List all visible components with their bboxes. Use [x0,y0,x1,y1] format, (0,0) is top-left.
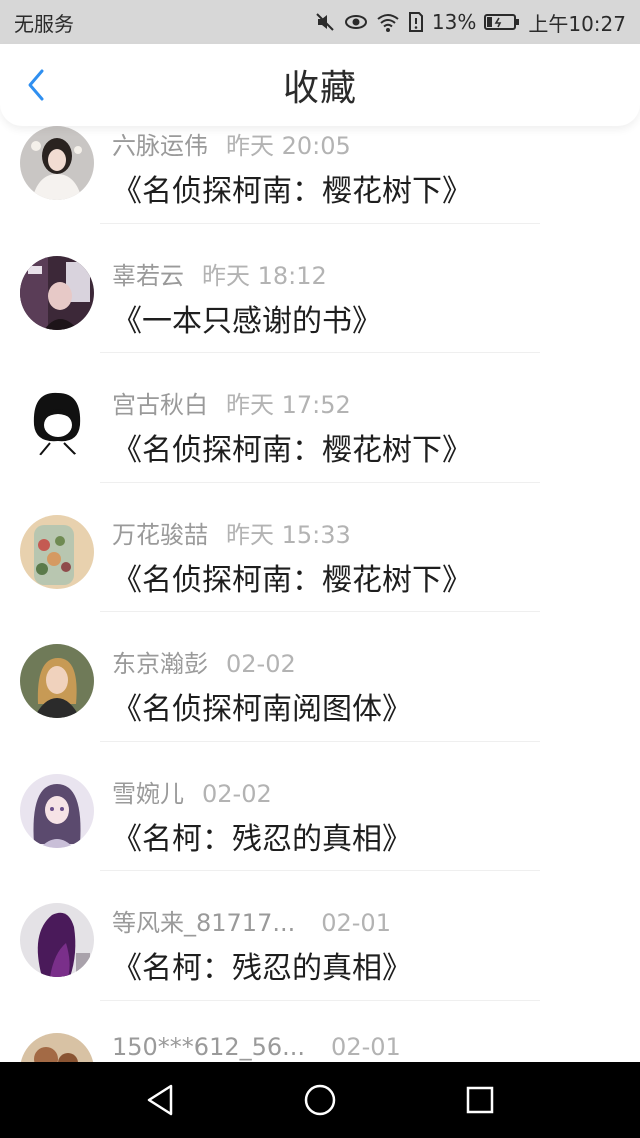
back-button[interactable] [18,65,54,105]
eye-icon [344,15,367,29]
user-name[interactable]: 东京瀚彭 [112,644,208,679]
user-name[interactable]: 宫古秋白 [112,385,208,420]
avatar[interactable] [20,514,94,589]
avatar[interactable] [20,385,94,459]
avatar[interactable] [20,903,94,977]
user-name[interactable]: 雪婉儿 [112,774,184,809]
item-meta: 六脉运伟 昨天 20:05 [112,126,351,161]
book-title[interactable]: 《名柯：残忍的真相》 [112,943,412,987]
status-bar: 无服务 13% 上午10:27 [0,0,640,44]
user-name[interactable]: 等风来_81717... [112,903,295,938]
list-item[interactable]: 宫古秋白 昨天 17:52 《名侦探柯南：樱花树下》 [0,353,640,483]
avatar[interactable] [20,255,94,330]
item-meta: 东京瀚彭 02-02 [112,644,296,679]
timestamp: 02-01 [321,909,391,937]
status-icons: 13% 上午10:27 [314,8,626,37]
timestamp: 昨天 17:52 [226,391,351,419]
nav-home-button[interactable] [290,1070,350,1130]
item-meta: 等风来_81717... 02-01 [112,903,391,938]
item-meta: 辜若云 昨天 18:12 [112,256,327,291]
item-meta: 万花骏喆 昨天 15:33 [112,515,351,550]
book-title[interactable]: 《名侦探柯南：樱花树下》 [112,166,472,210]
avatar[interactable] [20,126,94,200]
book-title[interactable]: 《名侦探柯南：樱花树下》 [112,425,472,469]
timestamp: 02-01 [331,1032,401,1061]
avatar[interactable] [20,1032,94,1062]
item-meta: 雪婉儿 02-02 [112,774,272,809]
book-title[interactable]: 《一本只感谢的书》 [112,296,382,340]
user-name[interactable]: 辜若云 [112,256,184,291]
circle-home-icon [304,1084,336,1116]
clock: 上午10:27 [528,11,626,36]
avatar[interactable] [20,644,94,718]
book-title[interactable]: 《名侦探柯南：樱花树下》 [112,555,472,599]
timestamp: 昨天 18:12 [202,261,327,290]
list-item[interactable]: 雪婉儿 02-02 《名柯：残忍的真相》 [0,742,640,871]
nav-back-button[interactable] [130,1070,190,1130]
book-title[interactable]: 《名柯：残忍的真相》 [112,814,412,858]
timestamp: 昨天 20:05 [226,132,351,160]
battery-icon [484,14,520,30]
list-item[interactable]: 150***612_56... 02-01 [0,1001,640,1062]
wifi-icon [377,14,399,32]
sim-alert-icon [408,12,423,32]
favorites-list[interactable]: 六脉运伟 昨天 20:05 《名侦探柯南：樱花树下》 辜若云 昨天 18:12 《一… [0,126,640,1062]
book-title[interactable]: 《名侦探柯南阅图体》 [112,684,412,728]
list-item[interactable]: 辜若云 昨天 18:12 《一本只感谢的书》 [0,224,640,353]
list-item[interactable]: 东京瀚彭 02-02 《名侦探柯南阅图体》 [0,612,640,742]
header: 收藏 [0,44,640,126]
timestamp: 02-02 [226,650,296,678]
timestamp: 02-02 [202,779,272,808]
list-item[interactable]: 等风来_81717... 02-01 《名柯：残忍的真相》 [0,871,640,1001]
timestamp: 昨天 15:33 [226,520,351,549]
avatar[interactable] [20,773,94,848]
user-name[interactable]: 150***612_56... [112,1033,305,1061]
battery-percent: 13% [431,10,477,34]
triangle-back-icon [147,1084,173,1116]
list-item[interactable]: 万花骏喆 昨天 15:33 《名侦探柯南：樱花树下》 [0,483,640,612]
carrier-label: 无服务 [14,11,74,36]
user-name[interactable]: 万花骏喆 [112,515,208,550]
mute-icon [316,13,334,31]
page-title: 收藏 [282,68,357,109]
chevron-left-icon [28,69,44,101]
item-meta: 宫古秋白 昨天 17:52 [112,385,351,420]
square-recents-icon [466,1086,494,1114]
user-name[interactable]: 六脉运伟 [112,126,208,161]
item-meta: 150***612_56... 02-01 [112,1033,401,1061]
nav-recents-button[interactable] [450,1070,510,1130]
navigation-bar [0,1062,640,1138]
list-item[interactable]: 六脉运伟 昨天 20:05 《名侦探柯南：樱花树下》 [0,126,640,224]
